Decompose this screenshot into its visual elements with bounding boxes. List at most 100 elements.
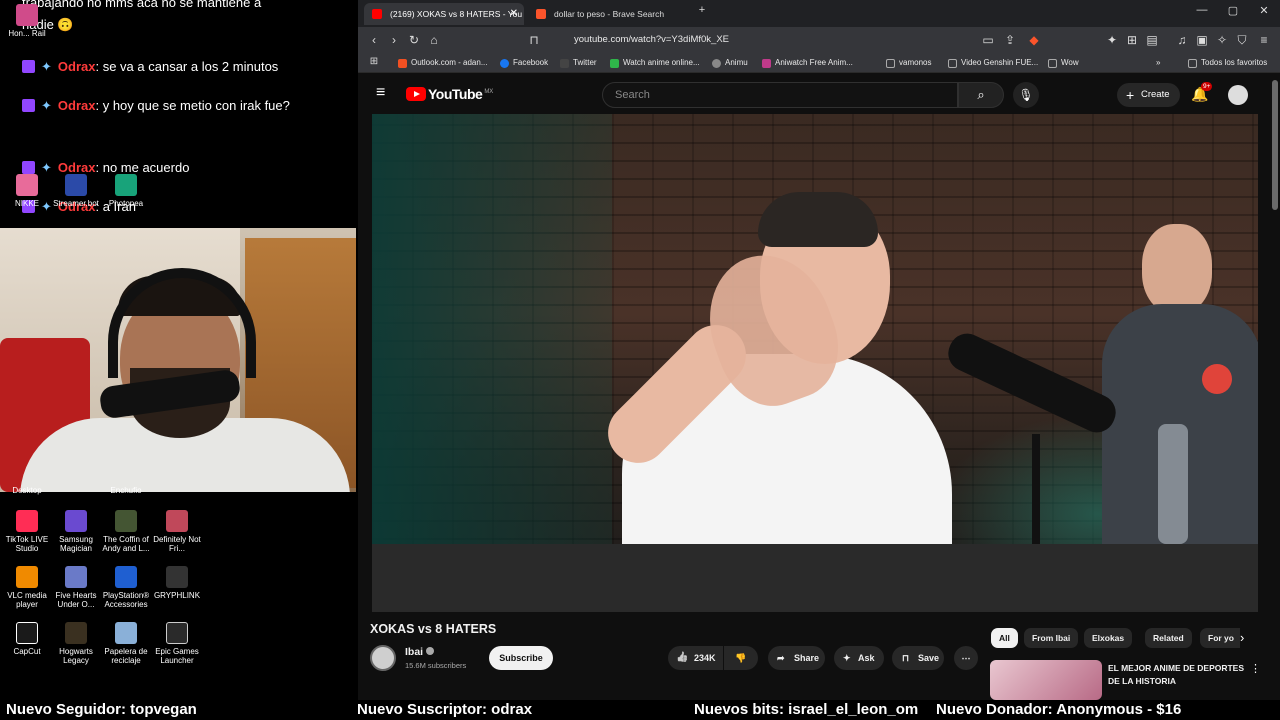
cast-icon[interactable]: ▭ <box>980 32 996 48</box>
search-icon[interactable]: ⌕ <box>958 82 1004 108</box>
bookmark-folder-vamonos[interactable]: vamonos <box>886 56 931 70</box>
bookmarks-overflow-icon[interactable]: » <box>1156 56 1160 70</box>
folder-icon <box>948 59 957 68</box>
save-button[interactable]: ⊓ Save <box>892 646 944 670</box>
desktop-icon-recycle-bin[interactable]: Papelera de reciclaje <box>99 622 153 665</box>
table <box>372 544 1258 612</box>
video-player[interactable] <box>372 114 1258 612</box>
aniwatch-icon <box>762 59 771 68</box>
notifications-bell-icon[interactable]: 🔔 9+ <box>1191 82 1213 103</box>
desktop-icon-tiktok-live[interactable]: TikTok LIVE Studio <box>0 510 54 553</box>
search-input[interactable]: Search <box>602 82 958 108</box>
create-button[interactable]: Create <box>1117 83 1180 107</box>
reload-icon[interactable]: ↻ <box>406 32 422 48</box>
more-actions-icon[interactable]: ⋯ <box>954 646 978 670</box>
bookmark-outlook[interactable]: Outlook.com - adan... <box>398 56 487 70</box>
game-icon <box>115 510 137 532</box>
desktop-icon-hogwarts-legacy[interactable]: Hogwarts Legacy <box>49 622 103 665</box>
hamburger-menu-icon[interactable]: ≡ <box>376 84 385 102</box>
youtube-logo[interactable]: YouTube MX <box>406 86 493 104</box>
verified-check-icon <box>426 647 435 655</box>
desktop-icon-definitely-not-fried[interactable]: Definitely Not Fri... <box>150 510 204 553</box>
game-icon <box>65 566 87 588</box>
ask-button[interactable]: ✦ Ask <box>834 646 884 670</box>
home-icon[interactable]: ⌂ <box>426 32 442 48</box>
desktop-icon-five-hearts[interactable]: Five Hearts Under O... <box>49 566 103 609</box>
brave-favicon-icon <box>536 9 546 19</box>
chip-for-you[interactable]: For yo <box>1200 628 1240 648</box>
desktop-icon-capcut[interactable]: CapCut <box>0 622 54 656</box>
url-input[interactable]: youtube.com/watch?v=Y3diMf0k_XE <box>558 31 1048 49</box>
chevron-right-icon[interactable]: › <box>1240 630 1244 645</box>
water-bottle <box>1158 424 1188 544</box>
bookmark-animu[interactable]: Animu <box>712 56 748 70</box>
tab-youtube[interactable]: (2169) XOKAS vs 8 HATERS - You ✕ <box>364 3 524 25</box>
desktop-icon-nikke[interactable]: NIKKE <box>0 174 54 208</box>
bookmark-folder-wow[interactable]: Wow <box>1048 56 1079 70</box>
menu-icon[interactable]: ≡ <box>1256 32 1272 48</box>
hogwarts-icon <box>65 622 87 644</box>
desktop-icon-vlc[interactable]: VLC media player <box>0 566 54 609</box>
music-icon[interactable]: ♫ <box>1174 32 1190 48</box>
new-tab-button[interactable]: + <box>692 4 712 16</box>
share-page-icon[interactable]: ⇪ <box>1002 32 1018 48</box>
game-icon <box>166 510 188 532</box>
close-tab-icon[interactable]: ✕ <box>510 3 518 25</box>
subscribe-button[interactable]: Subscribe <box>489 646 553 670</box>
bookmark-all-favorites[interactable]: Todos los favoritos <box>1188 56 1267 70</box>
back-icon[interactable]: ‹ <box>366 32 382 48</box>
desktop-icon-playstation-accessories[interactable]: PlayStation® Accessories <box>99 566 153 609</box>
account-avatar[interactable] <box>1228 85 1248 105</box>
like-button[interactable]: 234K <box>668 646 723 670</box>
sparkle-badge-icon: ✦ <box>41 98 52 113</box>
recommended-menu-icon[interactable]: ⋮ <box>1250 662 1261 675</box>
desktop-icon-epic-games[interactable]: Epic Games Launcher <box>150 622 204 665</box>
leo-ai-icon[interactable]: ✧ <box>1214 32 1230 48</box>
wallet-icon[interactable]: ▣ <box>1194 32 1210 48</box>
brave-shield-icon[interactable]: ◆ <box>1026 32 1042 48</box>
stream-overlay-panel: trabajando no mms aca no se mantiene a n… <box>0 0 358 720</box>
chip-from-ibai[interactable]: From Ibai <box>1024 628 1079 648</box>
chip-all[interactable]: All <box>991 628 1018 648</box>
close-window-icon[interactable]: ✕ <box>1254 4 1274 17</box>
chip-elxokas[interactable]: Elxokas <box>1084 628 1133 648</box>
desktop-icon-honkai-rail[interactable]: Hon... Rail <box>0 4 54 38</box>
extensions-icon[interactable]: ✦ <box>1104 32 1120 48</box>
maximize-icon[interactable]: ▢ <box>1223 4 1243 17</box>
voice-search-icon[interactable]: 🎙 <box>1013 82 1039 108</box>
desktop-icon-coffin-of-andy[interactable]: The Coffin of Andy and L... <box>99 510 153 553</box>
desktop-icon-samsung-magician[interactable]: Samsung Magician <box>49 510 103 553</box>
desktop-icon-gryphlink[interactable]: GRYPHLINK <box>150 566 204 600</box>
share-button[interactable]: ➦ Share <box>768 646 825 670</box>
subscriber-count: 15.6M subscribers <box>405 661 467 670</box>
tab-brave-search[interactable]: dollar to peso - Brave Search <box>528 3 688 25</box>
bookmark-page-icon[interactable]: ⊓ <box>526 32 542 48</box>
bookmark-watch-anime[interactable]: Watch anime online... <box>610 56 700 70</box>
chat-text: : se va a cansar a los 2 minutos <box>95 59 279 74</box>
forward-icon[interactable]: › <box>386 32 402 48</box>
bookmark-aniwatch[interactable]: Aniwatch Free Anim... <box>762 56 853 70</box>
bookmark-folder-genshin[interactable]: Video Genshin FUE... <box>948 56 1038 70</box>
apps-grid-icon[interactable]: ⊞ <box>366 54 382 70</box>
desktop-icon-enchufio[interactable]: Enchufio <box>99 486 153 495</box>
bookmark-facebook[interactable]: Facebook <box>500 56 548 70</box>
notification-count-badge: 9+ <box>1201 82 1213 91</box>
ticker-new-follower: Nuevo Seguidor: topvegan <box>6 701 197 718</box>
epic-games-icon <box>166 622 188 644</box>
sidebar-icon[interactable]: ▤ <box>1144 32 1160 48</box>
desktop-icon-photopea[interactable]: Photopea <box>99 174 153 208</box>
puzzle-icon[interactable]: ⊞ <box>1124 32 1140 48</box>
desktop-icon-desktop[interactable]: Desktop <box>0 486 54 495</box>
channel-avatar[interactable] <box>370 645 396 671</box>
facebook-icon <box>500 59 509 68</box>
bookmark-twitter[interactable]: Twitter <box>560 56 597 70</box>
channel-name[interactable]: Ibai <box>405 646 435 658</box>
dislike-icon[interactable]: 👎 <box>724 646 758 670</box>
scrollbar[interactable] <box>1272 80 1278 210</box>
minimize-icon[interactable]: — <box>1192 4 1212 16</box>
vpn-shield-icon[interactable]: ⛉ <box>1234 32 1250 48</box>
recommended-title[interactable]: EL MEJOR ANIME DE DEPORTES DE LA HISTORI… <box>1108 662 1248 688</box>
desktop-icon-streamer-bot[interactable]: Streamer.bot <box>49 174 103 208</box>
recommended-thumbnail[interactable] <box>990 660 1102 700</box>
chip-related[interactable]: Related <box>1145 628 1192 648</box>
